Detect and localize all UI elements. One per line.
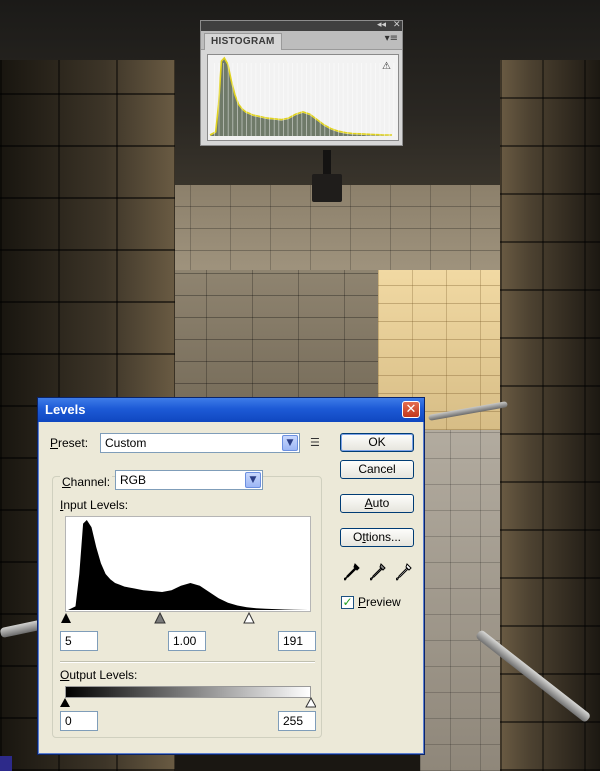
gray-eyedropper-icon[interactable]	[370, 563, 386, 581]
histogram-streak	[237, 63, 238, 136]
preset-value: Custom	[105, 436, 147, 450]
preset-select[interactable]: Custom ▼	[100, 433, 300, 453]
histogram-streak	[361, 63, 362, 136]
histogram-streak	[352, 63, 353, 136]
tab-histogram[interactable]: HISTOGRAM	[204, 33, 282, 50]
histogram-streak	[319, 63, 321, 136]
input-black-field[interactable]: 5	[60, 631, 98, 651]
histogram-streak	[296, 63, 298, 136]
input-gamma-field[interactable]: 1.00	[168, 631, 206, 651]
input-levels-label: Input Levels:	[60, 498, 129, 512]
output-black-slider[interactable]	[60, 698, 70, 707]
gamma-slider[interactable]	[154, 612, 166, 624]
black-eyedropper-icon[interactable]	[344, 563, 360, 581]
channel-value: RGB	[120, 473, 147, 487]
histogram-streak	[315, 63, 316, 136]
histogram-streak	[255, 63, 257, 136]
histogram-chart	[209, 56, 395, 136]
histogram-streak	[384, 63, 385, 136]
output-white-field[interactable]: 255	[278, 711, 316, 731]
corner-badge	[0, 756, 12, 771]
histogram-streak	[232, 63, 234, 136]
dialog-titlebar[interactable]: Levels ✕	[38, 398, 424, 422]
histogram-area	[68, 520, 308, 610]
preset-options-icon[interactable]: ☰	[310, 436, 324, 449]
dialog-title: Levels	[45, 402, 86, 417]
histogram-streak	[260, 63, 261, 136]
close-icon[interactable]: ✕	[402, 401, 420, 418]
histogram-streak	[379, 63, 381, 136]
histogram-streak	[283, 63, 284, 136]
histogram-streak	[292, 63, 293, 136]
channel-label: Channel:	[60, 475, 113, 489]
panel-menu-icon[interactable]: ▾≡	[385, 33, 398, 44]
histogram-streak	[329, 63, 330, 136]
preview-label[interactable]: Preview	[358, 595, 401, 609]
auto-button[interactable]: Auto	[340, 494, 414, 513]
black-point-slider[interactable]	[61, 613, 71, 623]
cache-warning-icon[interactable]: ⚠	[382, 61, 394, 72]
levels-histogram-chart	[68, 520, 308, 610]
preview-checkbox[interactable]: ✓	[341, 596, 354, 609]
options-button[interactable]: Ottions...	[340, 528, 414, 547]
histogram-streak	[370, 63, 372, 136]
histogram-streak	[218, 63, 220, 136]
histogram-streak	[287, 63, 289, 136]
histogram-graph: ⚠	[207, 54, 399, 141]
histogram-panel[interactable]: ◂◂ ✕ HISTOGRAM ▾≡ ⚠	[200, 20, 403, 146]
histogram-streak	[273, 63, 275, 136]
close-icon[interactable]: ✕	[393, 20, 401, 30]
histogram-streak	[342, 63, 344, 136]
white-eyedropper-icon[interactable]	[396, 563, 412, 581]
divider	[60, 661, 315, 663]
input-white-field[interactable]: 191	[278, 631, 316, 651]
chevron-down-icon[interactable]: ▼	[282, 435, 298, 451]
input-levels-histogram	[65, 516, 311, 612]
ceiling-lamp	[312, 150, 342, 202]
histogram-streak	[227, 63, 229, 136]
histogram-streak	[347, 63, 349, 136]
output-levels-label: Output Levels:	[60, 668, 138, 682]
output-sliders	[60, 697, 316, 708]
histogram-streak	[356, 63, 358, 136]
panel-tab-row: HISTOGRAM ▾≡	[201, 31, 402, 50]
histogram-streak	[365, 63, 367, 136]
histogram-streak	[310, 63, 312, 136]
input-sliders	[61, 612, 255, 624]
histogram-streak	[278, 63, 280, 136]
collapse-icon[interactable]: ◂◂	[377, 20, 386, 30]
panel-topbar[interactable]: ◂◂ ✕	[201, 20, 402, 31]
histogram-streak	[250, 63, 252, 136]
cancel-button[interactable]: Cancel	[340, 460, 414, 479]
histogram-streak	[388, 63, 390, 136]
chevron-down-icon[interactable]: ▼	[245, 472, 261, 488]
histogram-streak	[269, 63, 270, 136]
histogram-streak	[246, 63, 247, 136]
histogram-streak	[241, 63, 243, 136]
ok-button[interactable]: OK	[340, 433, 414, 452]
histogram-streak	[375, 63, 376, 136]
histogram-streak	[324, 63, 326, 136]
white-point-slider[interactable]	[243, 612, 255, 624]
histogram-streak	[393, 63, 395, 136]
histogram-streak	[306, 63, 307, 136]
channel-select[interactable]: RGB ▼	[115, 470, 263, 490]
levels-dialog: Levels ✕ Preset: Custom ▼ ☰ Channel: RGB…	[37, 397, 425, 755]
histogram-streak	[301, 63, 303, 136]
output-black-field[interactable]: 0	[60, 711, 98, 731]
output-white-slider[interactable]	[305, 697, 316, 708]
histogram-streak	[264, 63, 266, 136]
preset-label: Preset:	[50, 436, 89, 450]
histogram-streak	[338, 63, 339, 136]
histogram-streak	[214, 63, 215, 136]
histogram-streak	[223, 63, 224, 136]
histogram-streak	[333, 63, 335, 136]
